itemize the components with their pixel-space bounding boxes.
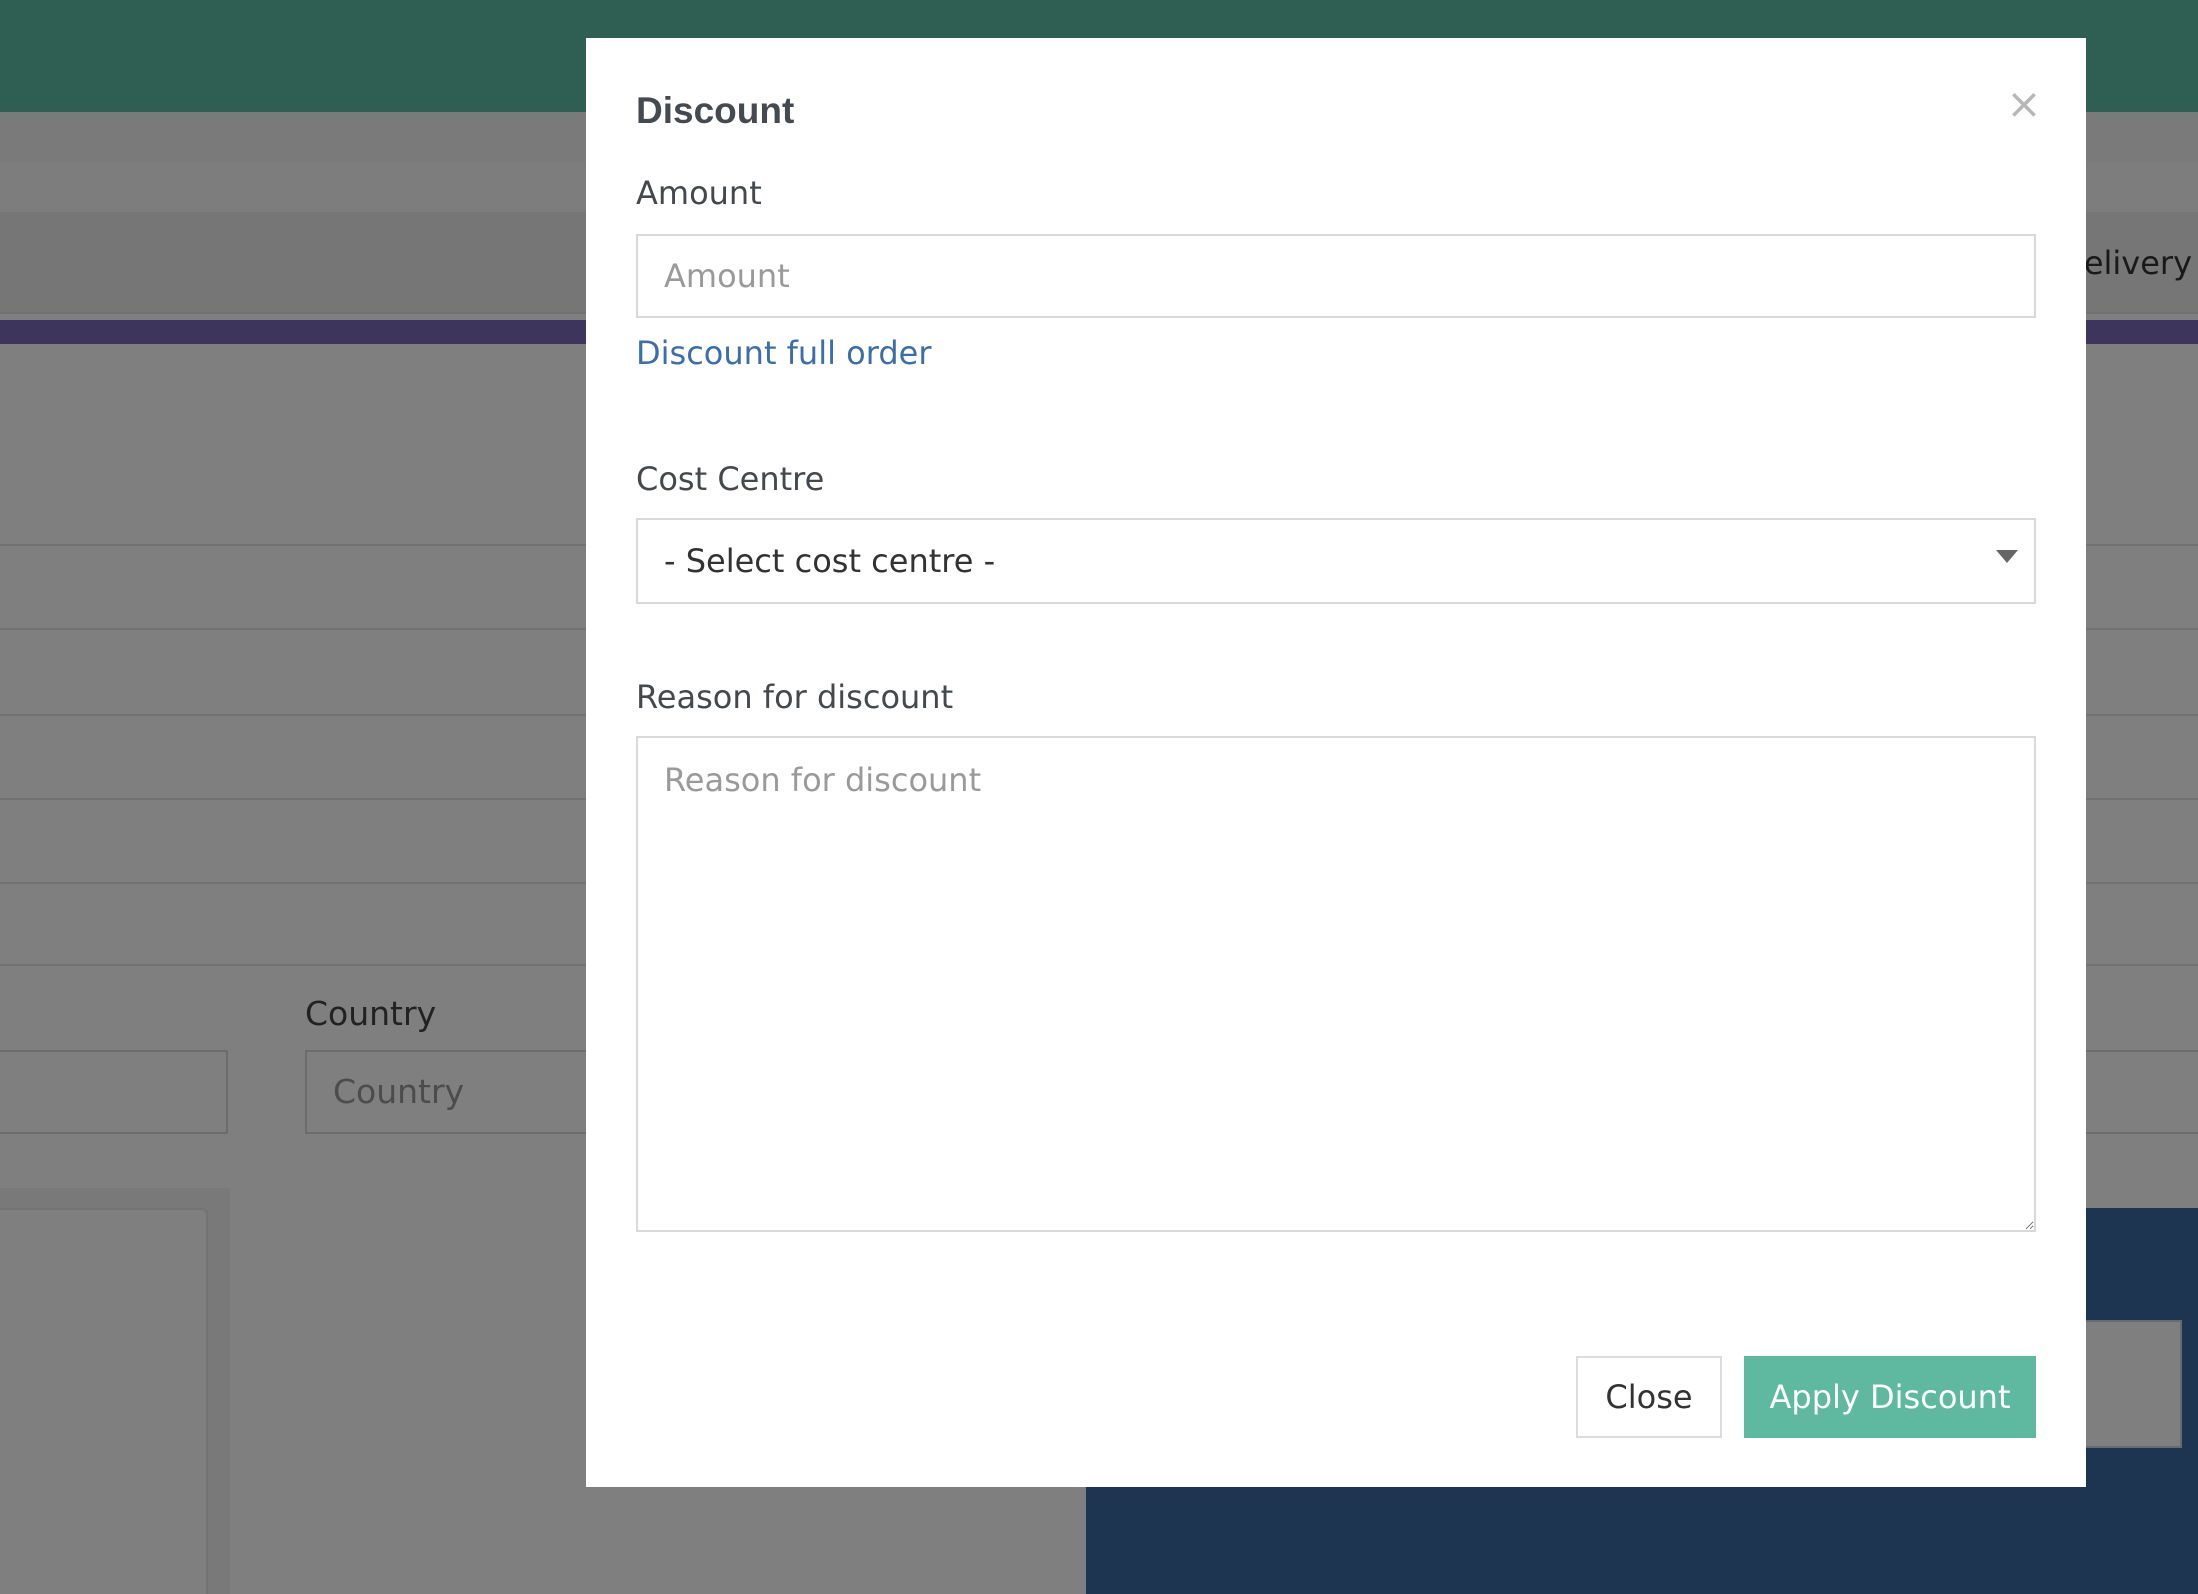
chevron-down-icon: [1996, 550, 2018, 563]
discount-modal: Discount × Amount Discount full order Co…: [586, 38, 2086, 1487]
cost-centre-select[interactable]: - Select cost centre -: [636, 518, 2036, 604]
reason-textarea[interactable]: [636, 736, 2036, 1232]
cost-centre-selected-value: - Select cost centre -: [664, 542, 996, 580]
amount-label: Amount: [636, 174, 762, 212]
close-icon[interactable]: ×: [2002, 83, 2046, 128]
close-button[interactable]: Close: [1576, 1356, 1722, 1438]
cost-centre-label: Cost Centre: [636, 460, 825, 498]
reason-label: Reason for discount: [636, 678, 954, 716]
modal-title: Discount: [636, 90, 795, 131]
discount-full-order-link[interactable]: Discount full order: [636, 334, 931, 372]
page: Delivery Country Country Discount × Amou…: [0, 0, 2198, 1594]
amount-input[interactable]: [636, 234, 2036, 318]
apply-discount-button[interactable]: Apply Discount: [1744, 1356, 2036, 1438]
